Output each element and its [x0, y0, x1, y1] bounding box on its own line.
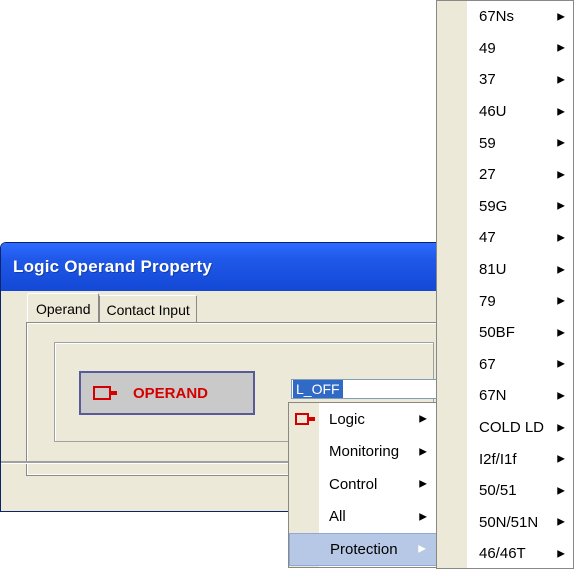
operand-label: OPERAND [133, 384, 209, 402]
dialog-titlebar[interactable]: Logic Operand Property [1, 243, 461, 291]
menu-item-control[interactable]: Control ▶ [289, 468, 437, 501]
submenu-arrow-icon: ▶ [557, 327, 565, 339]
operand-output-icon [93, 385, 119, 401]
submenu-item-label: 46/46T [479, 545, 526, 563]
submenu-arrow-icon: ▶ [419, 511, 427, 523]
operand-value-text: L_OFF [293, 380, 343, 398]
submenu-arrow-icon: ▶ [557, 232, 565, 244]
tab-strip: Operand Contact Input [27, 293, 197, 323]
submenu-arrow-icon: ▶ [557, 485, 565, 497]
submenu-item-label: 67 [479, 355, 496, 373]
submenu-item-50n-51n[interactable]: 50N/51N ▶ [437, 507, 573, 539]
operand-tile[interactable]: OPERAND [79, 371, 255, 415]
submenu-arrow-icon: ▶ [557, 453, 565, 465]
protection-submenu: 67Ns ▶ 49 ▶ 37 ▶ 46U ▶ 59 ▶ 27 ▶ 59G ▶ 47 ▶ 81U ▶… [436, 0, 574, 569]
submenu-arrow-icon: ▶ [557, 106, 565, 118]
menu-item-label: Monitoring [329, 443, 400, 461]
submenu-item-79[interactable]: 79 ▶ [437, 285, 573, 317]
submenu-arrow-icon: ▶ [557, 422, 565, 434]
menu-item-protection[interactable]: Protection ▶ [289, 533, 437, 566]
submenu-item-27[interactable]: 27 ▶ [437, 159, 573, 191]
submenu-arrow-icon: ▶ [557, 358, 565, 370]
submenu-item-46u[interactable]: 46U ▶ [437, 96, 573, 128]
tab-contact-input-label: Contact Input [106, 301, 190, 318]
submenu-arrow-icon: ▶ [418, 543, 426, 555]
dialog-title: Logic Operand Property [13, 257, 212, 276]
menu-item-label: Control [329, 475, 378, 493]
submenu-item-46-46t[interactable]: 46/46T ▶ [437, 538, 573, 570]
tab-operand-label: Operand [36, 300, 91, 317]
submenu-item-label: 46U [479, 103, 507, 121]
operand-context-menu: Logic ▶ Monitoring ▶ Control ▶ All ▶ Pro… [288, 402, 438, 568]
submenu-item-59g[interactable]: 59G ▶ [437, 191, 573, 223]
submenu-arrow-icon: ▶ [419, 478, 427, 490]
submenu-item-label: 67Ns [479, 8, 515, 26]
submenu-arrow-icon: ▶ [557, 548, 565, 560]
submenu-item-47[interactable]: 47 ▶ [437, 222, 573, 254]
submenu-arrow-icon: ▶ [557, 137, 565, 149]
tab-contact-input[interactable]: Contact Input [99, 295, 197, 323]
submenu-item-67ns[interactable]: 67Ns ▶ [437, 1, 573, 33]
submenu-item-67[interactable]: 67 ▶ [437, 349, 573, 381]
submenu-item-cold-ld[interactable]: COLD LD ▶ [437, 412, 573, 444]
menu-item-logic[interactable]: Logic ▶ [289, 403, 437, 436]
submenu-arrow-icon: ▶ [557, 516, 565, 528]
submenu-item-label: 50/51 [479, 482, 517, 500]
submenu-arrow-icon: ▶ [557, 295, 565, 307]
submenu-item-label: 47 [479, 229, 496, 247]
submenu-arrow-icon: ▶ [557, 42, 565, 54]
submenu-item-50bf[interactable]: 50BF ▶ [437, 317, 573, 349]
submenu-item-label: 27 [479, 166, 496, 184]
submenu-item-label: 49 [479, 39, 496, 57]
submenu-item-i2f-i1f[interactable]: I2f/I1f ▶ [437, 443, 573, 475]
tab-operand[interactable]: Operand [27, 293, 100, 323]
submenu-item-label: I2f/I1f [479, 450, 517, 468]
submenu-item-label: 37 [479, 71, 496, 89]
submenu-arrow-icon: ▶ [557, 200, 565, 212]
submenu-arrow-icon: ▶ [557, 169, 565, 181]
menu-item-monitoring[interactable]: Monitoring ▶ [289, 436, 437, 469]
submenu-arrow-icon: ▶ [557, 264, 565, 276]
submenu-item-label: 59 [479, 134, 496, 152]
menu-item-label: Protection [330, 540, 398, 558]
submenu-item-label: 81U [479, 261, 507, 279]
submenu-item-label: 79 [479, 292, 496, 310]
submenu-item-label: 50BF [479, 324, 515, 342]
submenu-item-label: COLD LD [479, 419, 545, 437]
menu-item-label: Logic [329, 410, 365, 428]
menu-item-all[interactable]: All ▶ [289, 501, 437, 534]
submenu-item-81u[interactable]: 81U ▶ [437, 254, 573, 286]
submenu-item-49[interactable]: 49 ▶ [437, 33, 573, 65]
submenu-item-37[interactable]: 37 ▶ [437, 64, 573, 96]
submenu-item-59[interactable]: 59 ▶ [437, 127, 573, 159]
operand-output-icon [295, 412, 317, 426]
submenu-item-50-51[interactable]: 50/51 ▶ [437, 475, 573, 507]
submenu-arrow-icon: ▶ [419, 413, 427, 425]
menu-item-label: All [329, 508, 346, 526]
submenu-arrow-icon: ▶ [557, 74, 565, 86]
submenu-item-label: 50N/51N [479, 513, 539, 531]
submenu-item-67n[interactable]: 67N ▶ [437, 380, 573, 412]
submenu-arrow-icon: ▶ [557, 11, 565, 23]
submenu-item-label: 59G [479, 197, 508, 215]
submenu-item-label: 67N [479, 387, 507, 405]
submenu-arrow-icon: ▶ [419, 446, 427, 458]
submenu-arrow-icon: ▶ [557, 390, 565, 402]
operand-value-field[interactable]: L_OFF [291, 379, 439, 399]
